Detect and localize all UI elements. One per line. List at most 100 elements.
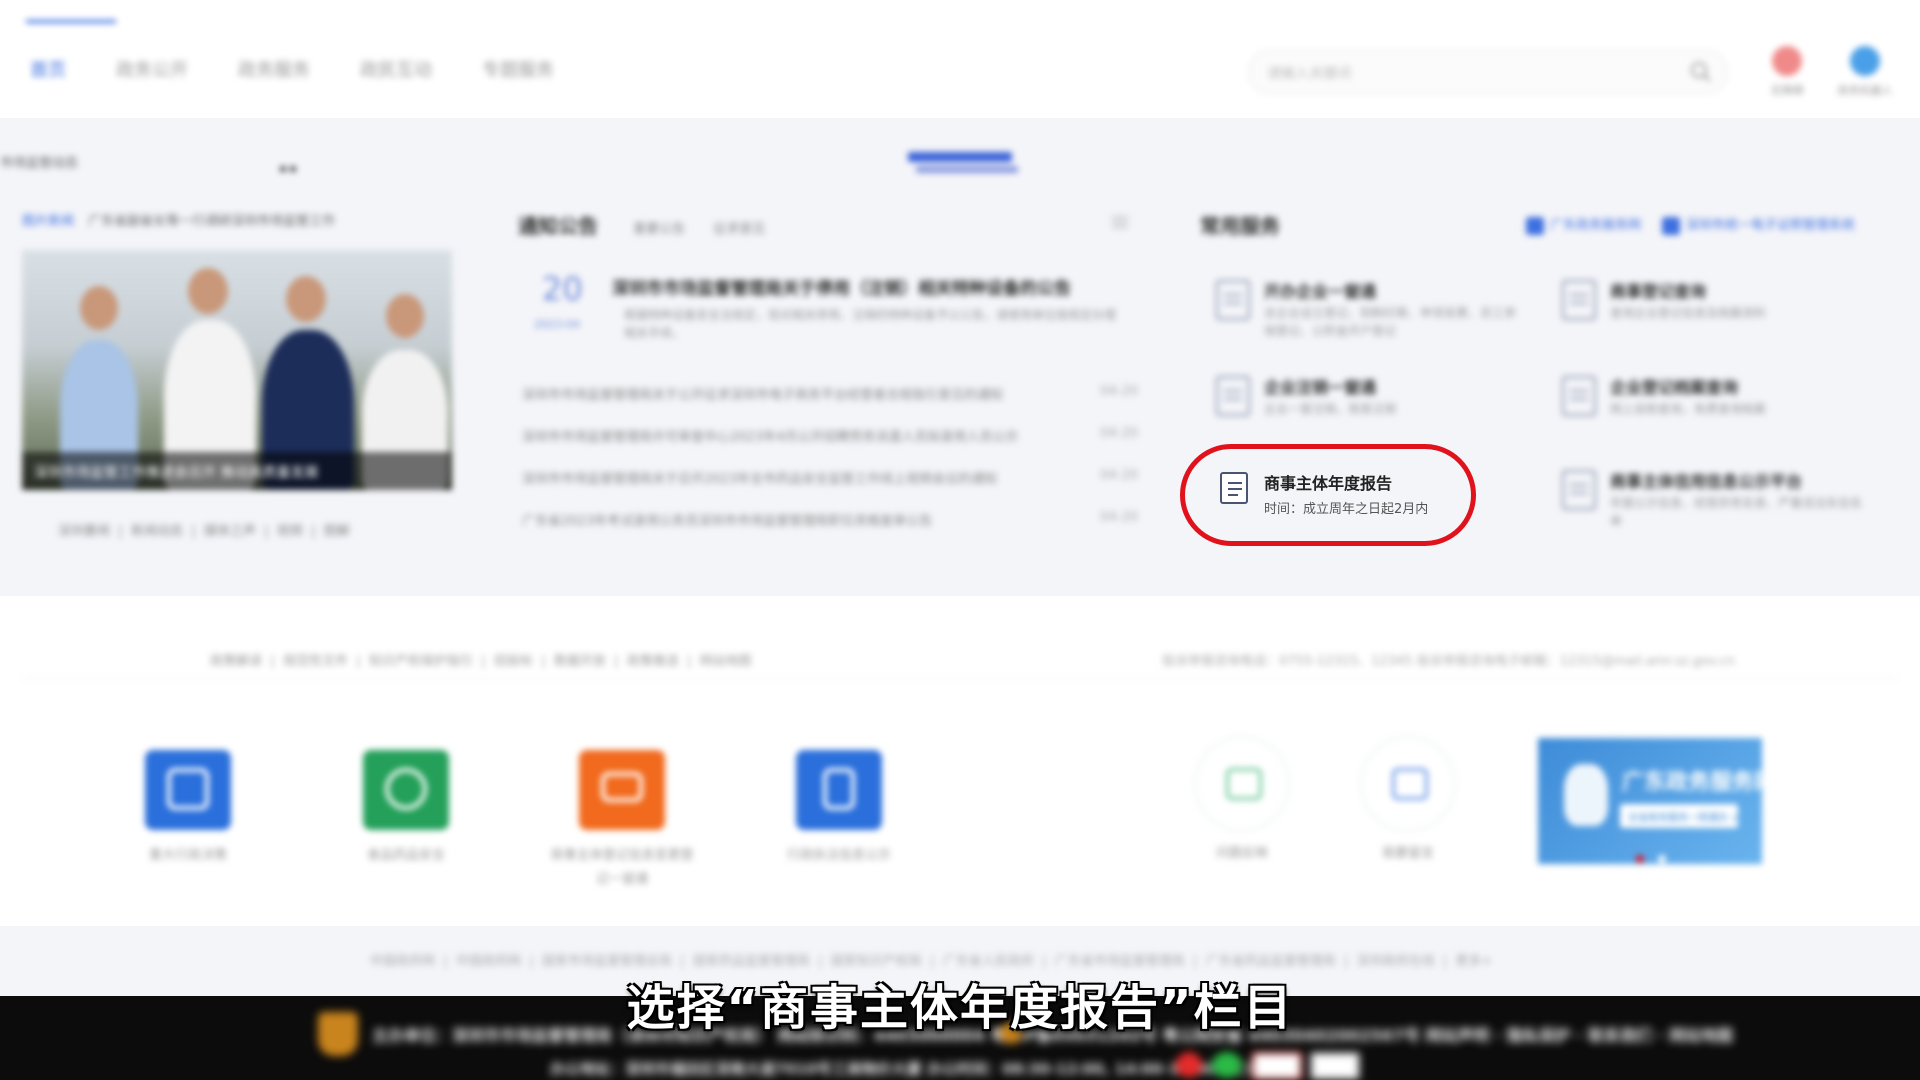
- footer-link[interactable]: 政策解读: [210, 654, 262, 669]
- decision-icon: [145, 750, 231, 830]
- notice-row-title[interactable]: 深圳市市场监督管理局关于公开征求深圳市电子商务平台经营者合规指引意见的通知: [522, 384, 1062, 403]
- news-link[interactable]: 媒体之声: [204, 524, 256, 539]
- notice-row-date: 04-20: [1100, 384, 1138, 399]
- notice-tab[interactable]: 重要公告: [633, 222, 685, 237]
- accessibility-label: 无障碍: [1770, 84, 1804, 97]
- slider-indicator-shadow: [916, 166, 1018, 173]
- service-desc: 网上自助查询，免费查询档案: [1610, 402, 1767, 416]
- related-link[interactable]: 更多+: [1455, 954, 1492, 969]
- search-placeholder: 请输入关键词: [1267, 66, 1351, 82]
- footer-link[interactable]: 政策推送: [627, 654, 679, 669]
- app-feedback[interactable]: 问题反映: [1172, 736, 1312, 861]
- gov-error-badge[interactable]: [1252, 1052, 1302, 1080]
- nav-gov-service[interactable]: 政务服务: [238, 56, 310, 82]
- footer-link[interactable]: 网站地图: [700, 654, 752, 669]
- service-item-open-company[interactable]: 开办企业一窗通 含企业设立登记、刻制印章、申领发票、员工参保登记、公积金开户登记: [1200, 276, 1520, 356]
- app-registration-change[interactable]: 商事主体登记信息变更登记一窗通: [550, 750, 694, 892]
- footer-link[interactable]: 规范性文件: [283, 654, 348, 669]
- app-major-decision[interactable]: 重大行政决策: [118, 750, 258, 868]
- more-menu-icon[interactable]: [1112, 216, 1128, 228]
- footer-link[interactable]: 招投标: [494, 654, 533, 669]
- e-license-icon: [1661, 216, 1680, 235]
- notice-tab[interactable]: 征求意见: [713, 222, 765, 237]
- annual-report-name[interactable]: 商事主体年度报告: [1264, 470, 1392, 494]
- gd-service-icon: [1526, 216, 1544, 235]
- news-link[interactable]: 图解: [324, 524, 350, 539]
- annual-report-time: 时间：成立周年之日起2月内: [1264, 502, 1429, 517]
- news-headline-row[interactable]: 图片新闻 广东省副省长等一行调研深圳市场监管工作: [22, 210, 452, 229]
- related-link[interactable]: 深圳政府在线: [1357, 954, 1435, 969]
- notice-row-title[interactable]: 广东省2023年考试录用公务员深圳市市场监督管理局职位资格复审公告: [522, 510, 1062, 529]
- news-tag: 图片新闻: [22, 214, 75, 229]
- banner-pager[interactable]: [1636, 848, 1680, 867]
- service-item-registration-query[interactable]: 商事登记查询 查询企业登记信息及档案资料: [1546, 276, 1866, 356]
- notice-row-date: 04-20: [1100, 510, 1138, 525]
- service-desc: 含企业设立登记、刻制印章、申领发票、员工参保登记、公积金开户登记: [1264, 306, 1517, 338]
- main-nav: 首页 政务公开 政务服务 政民互动 专题服务: [30, 56, 554, 82]
- video-subtitle: 选择“商事主体年度报告”栏目: [626, 980, 1294, 1036]
- app-law-enforcement[interactable]: 行政执法信息公示: [769, 750, 909, 868]
- e-license-link[interactable]: 深圳市统一电子证照管理系统: [1686, 218, 1855, 233]
- service-desc: 年报公示信息、经营异常名录、严重违法失信名单: [1610, 496, 1863, 528]
- weibo-icon[interactable]: [1176, 1052, 1202, 1078]
- accessibility-button[interactable]: 无障碍: [1752, 46, 1822, 98]
- slider-indicator[interactable]: [908, 152, 1012, 162]
- accessibility-badge[interactable]: [1310, 1052, 1360, 1080]
- ticker-pager[interactable]: [280, 157, 302, 172]
- notice-row[interactable]: 深圳市市场监督管理局关于公开征求深圳市电子商务平台经营者合规指引意见的通知 04…: [518, 376, 1138, 418]
- news-link[interactable]: 新闻动态: [131, 524, 183, 539]
- gd-flower-logo: [1564, 764, 1608, 826]
- service-name: 开办企业一窗通: [1264, 282, 1377, 301]
- related-link[interactable]: 国家药品监督管理局: [693, 954, 810, 969]
- app-food-drug[interactable]: 食品药品安全: [336, 750, 476, 868]
- id-card-icon: [796, 750, 882, 830]
- featured-title[interactable]: 深圳市市场监督管理局关于停用（注销）相关特种设备的公告: [612, 274, 1132, 299]
- service-item-annual-report[interactable]: 商事主体年度报告 时间：成立周年之日起2月内: [1218, 470, 1458, 526]
- related-link[interactable]: 中国政府网: [456, 954, 521, 969]
- notice-row-title[interactable]: 深圳市市场监督管理局关于召开2023年全市药品安全监管工作线上视频会议的通知: [522, 468, 1062, 487]
- service-item-archive-query[interactable]: 企业登记档案查询 网上自助查询，免费查询档案: [1546, 372, 1866, 452]
- footer-link[interactable]: 知识产权保护指引: [369, 654, 473, 669]
- nav-interaction[interactable]: 政民互动: [360, 56, 432, 82]
- gd-service-link[interactable]: 广东政务服务网: [1550, 218, 1641, 233]
- related-link[interactable]: 广东省市场监督管理局: [1055, 954, 1185, 969]
- document-icon: [1216, 280, 1250, 320]
- footer-link[interactable]: 数据开放: [554, 654, 606, 669]
- related-link[interactable]: 国家知识产权局: [831, 954, 922, 969]
- related-link[interactable]: 国家市场监督管理总局: [542, 954, 672, 969]
- search-box[interactable]: 请输入关键词: [1248, 50, 1728, 94]
- notice-row-title[interactable]: 深圳市市场监督管理局许可审查中心2023年4月公开招聘劳务派遣人员拟录用人员公示: [522, 426, 1062, 445]
- service-item-credit-platform[interactable]: 商事主体信用信息公示平台 年报公示信息、经营异常名录、严重违法失信名单: [1546, 466, 1866, 546]
- banner-button[interactable]: 全省政务服务一网通办 >: [1620, 804, 1740, 828]
- related-link[interactable]: 中国政府网: [370, 954, 435, 969]
- related-link[interactable]: 广东省人民政府: [943, 954, 1034, 969]
- notice-tabs: 重要公告 征求意见: [633, 218, 789, 237]
- notice-row[interactable]: 广东省2023年考试录用公务员深圳市市场监督管理局职位资格复审公告 04-20: [518, 502, 1138, 544]
- news-link[interactable]: 深圳要闻: [58, 524, 110, 539]
- nav-gov-open[interactable]: 政务公开: [116, 56, 188, 82]
- services-links: 广东政务服务网 深圳市统一电子证照管理系统: [1526, 214, 1855, 235]
- document-icon: [1562, 376, 1596, 416]
- news-headline[interactable]: 广东省副省长等一行调研深圳市场监管工作: [88, 214, 335, 229]
- notice-row[interactable]: 深圳市市场监督管理局关于召开2023年全市药品安全监管工作线上视频会议的通知 0…: [518, 460, 1138, 502]
- search-icon[interactable]: [1689, 60, 1713, 84]
- news-links: 深圳要闻 | 新闻动态 | 媒体之声 | 视频 | 图解: [58, 524, 350, 539]
- news-link[interactable]: 视频: [277, 524, 303, 539]
- robot-button[interactable]: 政务机器人: [1830, 46, 1900, 98]
- nav-home[interactable]: 首页: [30, 56, 66, 82]
- notice-row[interactable]: 深圳市市场监督管理局许可审查中心2023年4月公开招聘劳务派遣人员拟录用人员公示…: [518, 418, 1138, 460]
- service-item-deregistration[interactable]: 企业注销一窗通 企业一窗注销，简易注销: [1200, 372, 1520, 452]
- app-message[interactable]: 我要留言: [1338, 736, 1478, 861]
- news-ticker[interactable]: 市场监管动态: [0, 152, 78, 171]
- wechat-icon[interactable]: [1212, 1052, 1242, 1078]
- news-photo[interactable]: 深圳市场监管工作推进会召开 推动高质量发展: [22, 250, 452, 490]
- nav-special[interactable]: 专题服务: [482, 56, 554, 82]
- divider: [22, 678, 1898, 679]
- related-link[interactable]: 广东省药品监督管理局: [1206, 954, 1336, 969]
- news-photo-caption: 深圳市场监管工作推进会召开 推动高质量发展: [22, 452, 452, 490]
- notice-column: 通知公告 重要公告 征求意见 20 2023-04 深圳市市场监督管理局关于停用…: [518, 210, 1138, 529]
- featured-notice[interactable]: 20 2023-04 深圳市市场监督管理局关于停用（注销）相关特种设备的公告 根…: [518, 270, 1138, 340]
- related-links: 中国政府网 | 中国政府网 | 国家市场监督管理总局 | 国家药品监督管理局 |…: [370, 954, 1493, 969]
- service-desc: 查询企业登记信息及档案资料: [1610, 306, 1767, 320]
- gd-service-banner[interactable]: 广东政务服务网 全省政务服务一网通办 >: [1538, 738, 1776, 867]
